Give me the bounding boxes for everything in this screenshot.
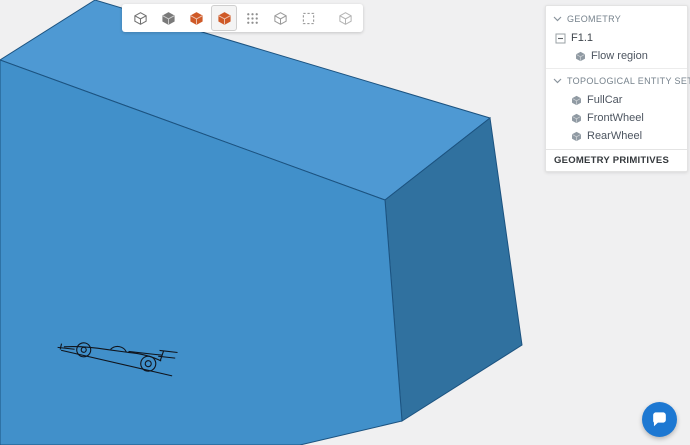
cube-icon <box>571 95 582 106</box>
entity-set-fullcar[interactable]: FullCar <box>546 91 687 109</box>
tree-item-flow-region[interactable]: Flow region <box>546 47 687 65</box>
hide-geometry-icon[interactable] <box>155 5 181 31</box>
chevron-down-icon <box>553 77 562 85</box>
tree-item-label: Flow region <box>591 50 648 62</box>
show-transparent-model-icon[interactable] <box>211 5 237 31</box>
cube-icon <box>571 113 582 124</box>
application-window: GEOMETRY F1.1 Flow region TOPOLOGICAL EN… <box>0 0 690 445</box>
panel-divider <box>546 68 687 69</box>
viewer-toolbar <box>122 4 363 32</box>
geometry-section-title: GEOMETRY <box>567 14 621 24</box>
scene-tree-panel: GEOMETRY F1.1 Flow region TOPOLOGICAL EN… <box>545 5 688 172</box>
entity-set-label: FrontWheel <box>587 112 644 124</box>
chevron-down-icon <box>553 15 562 23</box>
topological-section-title: TOPOLOGICAL ENTITY SETS <box>567 76 690 86</box>
geometry-section-header[interactable]: GEOMETRY <box>546 9 687 29</box>
chat-bubble-icon <box>650 410 669 429</box>
show-solid-model-icon[interactable] <box>183 5 209 31</box>
tree-item-label: F1.1 <box>571 32 593 44</box>
topological-section-header[interactable]: TOPOLOGICAL ENTITY SETS <box>546 71 687 91</box>
entity-set-label: RearWheel <box>587 130 642 142</box>
box-selection-icon[interactable] <box>295 5 321 31</box>
entity-set-label: FullCar <box>587 94 622 106</box>
section-view-icon[interactable] <box>332 5 358 31</box>
entity-set-rearwheel[interactable]: RearWheel <box>546 127 687 145</box>
geometry-primitives-header[interactable]: GEOMETRY PRIMITIVES <box>546 149 687 171</box>
cube-icon <box>575 51 586 62</box>
tree-item-f1[interactable]: F1.1 <box>546 29 687 47</box>
geometry-primitives-title: GEOMETRY PRIMITIVES <box>554 155 669 166</box>
support-chat-button[interactable] <box>642 402 677 437</box>
cube-icon <box>571 131 582 142</box>
isolate-geometry-icon[interactable] <box>127 5 153 31</box>
entity-set-frontwheel[interactable]: FrontWheel <box>546 109 687 127</box>
collapse-minus-icon[interactable] <box>555 33 566 44</box>
vertex-selection-icon[interactable] <box>239 5 265 31</box>
volume-selection-icon[interactable] <box>267 5 293 31</box>
